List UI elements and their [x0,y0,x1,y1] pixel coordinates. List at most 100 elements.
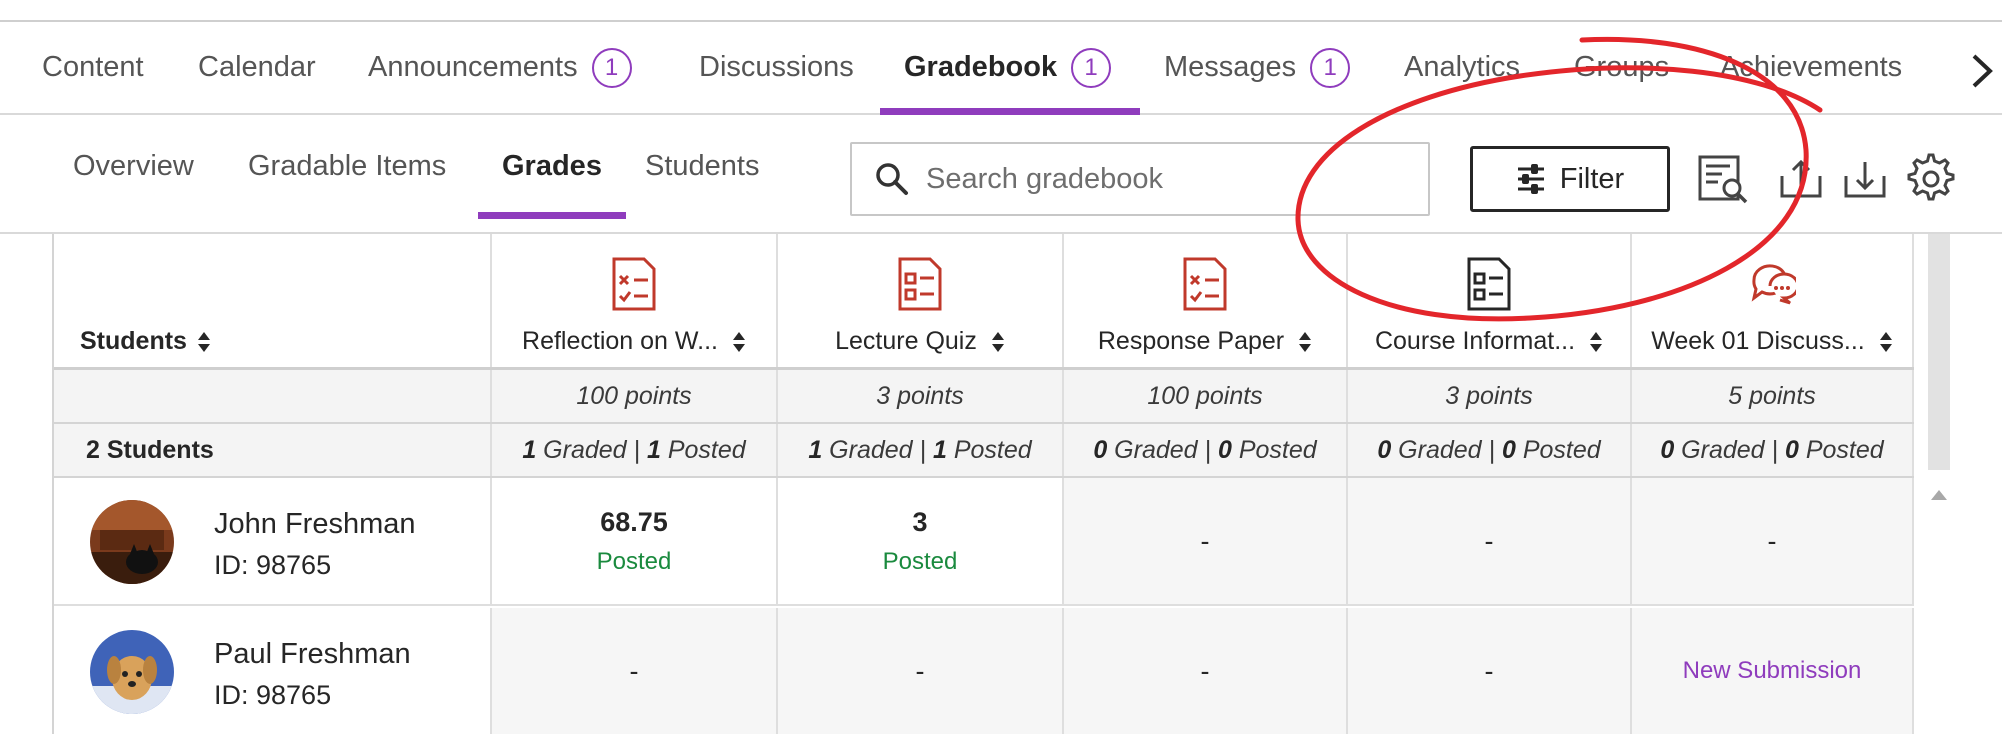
sort-icon[interactable] [1589,331,1603,353]
student-name[interactable]: Paul Freshman [214,638,411,671]
column-header[interactable]: Lecture Quiz [778,234,1064,368]
search-document-icon[interactable] [1696,152,1750,206]
student-id: ID: 98765 [214,680,332,710]
tab-messages[interactable]: Messages 1 [1164,22,1351,113]
sort-icon[interactable] [1879,331,1893,353]
posted-label: Posted [1522,435,1601,464]
search-box[interactable] [850,142,1430,216]
grade-cell[interactable]: - [1064,608,1348,734]
tab-gradebook[interactable]: Gradebook 1 [880,22,1140,115]
chevron-right-icon[interactable] [1966,46,1996,96]
assignment-icon [1183,257,1227,311]
separator: | [1204,435,1212,464]
posted-status: Posted [596,547,672,575]
tab-label: Messages [1164,51,1297,83]
column-header[interactable]: Response Paper [1064,234,1348,368]
sliders-icon [1517,164,1544,194]
grade-value: - [1484,525,1494,556]
column-header[interactable]: Reflection on W... [492,234,778,368]
subtab-overview[interactable]: Overview [73,150,194,218]
filter-button[interactable]: Filter [1470,146,1670,212]
tab-label: Achievements [1720,51,1903,83]
tab-groups[interactable]: Groups [1574,22,1669,113]
posted-count: 1 [932,435,947,464]
subtab-gradable-items[interactable]: Gradable Items [248,150,446,218]
grade-value: - [1200,655,1210,686]
student-name[interactable]: John Freshman [214,508,416,541]
points-row: 100 points 3 points 100 points 3 points … [54,370,1914,422]
active-subtab-indicator [478,212,626,219]
upload-icon[interactable] [1774,152,1828,206]
sort-icon[interactable] [197,331,211,353]
column-title: Week 01 Discuss... [1651,327,1865,355]
tab-achievements[interactable]: Achievements [1720,22,1902,113]
grade-value: 68.75 [600,506,668,537]
grade-cell[interactable]: - [1348,478,1632,604]
scroll-up-arrow-icon[interactable] [1930,488,1948,502]
discussion-icon [1751,264,1796,305]
posted-label: Posted [953,435,1032,464]
student-cell[interactable]: Paul Freshman ID: 98765 [54,608,492,734]
sort-icon[interactable] [732,331,746,353]
column-title: Response Paper [1097,327,1285,355]
column-title: Course Informat... [1374,327,1576,355]
grade-value: - [1200,525,1210,556]
subtab-label: Grades [502,150,602,182]
filter-label: Filter [1559,162,1625,195]
graded-label: Graded [1398,435,1482,464]
tab-label: Analytics [1404,51,1521,83]
graded-label: Graded [829,435,913,464]
table-row: John Freshman ID: 98765 68.75 Posted 3 Pos… [54,478,1914,606]
separator: | [919,435,927,464]
notification-badge: 1 [1071,47,1112,88]
grade-value: - [1767,525,1777,556]
points-cell: 5 points [1632,370,1914,422]
sort-icon[interactable] [991,331,1005,353]
gradebook-grid: Students Reflection on W... Lecture Quiz… [52,234,1914,734]
tab-analytics[interactable]: Analytics [1404,22,1520,113]
separator: | [1488,435,1496,464]
tab-label: Content [42,51,144,83]
column-title: Reflection on W... [522,327,718,355]
graded-count: 0 [1093,435,1108,464]
posted-count: 0 [1501,435,1516,464]
separator: | [1771,435,1779,464]
subtab-students[interactable]: Students [645,150,759,218]
grade-cell[interactable]: 68.75 Posted [492,478,778,604]
grade-cell[interactable]: - [1632,478,1914,604]
new-submission-link[interactable]: New Submission [1683,657,1862,685]
student-cell[interactable]: John Freshman ID: 98765 [54,478,492,604]
notification-badge: 1 [1310,47,1351,88]
tab-label: Discussions [699,51,854,83]
tab-announcements[interactable]: Announcements 1 [368,22,632,113]
avatar [90,630,174,714]
grade-cell[interactable]: - [1348,608,1632,734]
search-input[interactable] [926,162,1406,196]
tab-content[interactable]: Content [42,22,144,113]
tab-calendar[interactable]: Calendar [198,22,316,113]
subtab-label: Students [645,150,760,182]
stats-row: 2 Students 1 Graded | 1 Posted 1 Graded … [54,424,1914,476]
graded-label: Graded [1114,435,1198,464]
scrollbar-thumb[interactable] [1928,234,1950,470]
points-cell: 100 points [492,370,778,422]
column-header[interactable]: Course Informat... [1348,234,1632,368]
points-cell: 100 points [1064,370,1348,422]
gear-icon[interactable] [1904,152,1958,206]
sort-icon[interactable] [1298,331,1312,353]
grade-cell[interactable]: - [1064,478,1348,604]
column-header[interactable]: Week 01 Discuss... [1632,234,1914,368]
download-icon[interactable] [1838,152,1892,206]
grade-cell[interactable]: 3 Posted [778,478,1064,604]
course-nav: Content Calendar Announcements 1 Discussi… [0,22,2002,115]
tab-discussions[interactable]: Discussions [699,22,854,113]
grade-cell[interactable]: - [778,608,1064,734]
tab-label: Gradebook [904,51,1058,83]
subtab-grades[interactable]: Grades [478,150,626,219]
grade-value: - [1484,655,1494,686]
grade-value: 3 [912,506,928,537]
points-cell: 3 points [778,370,1064,422]
students-column-header[interactable]: Students [54,234,492,368]
grade-cell[interactable]: New Submission [1632,608,1914,734]
grade-cell[interactable]: - [492,608,778,734]
